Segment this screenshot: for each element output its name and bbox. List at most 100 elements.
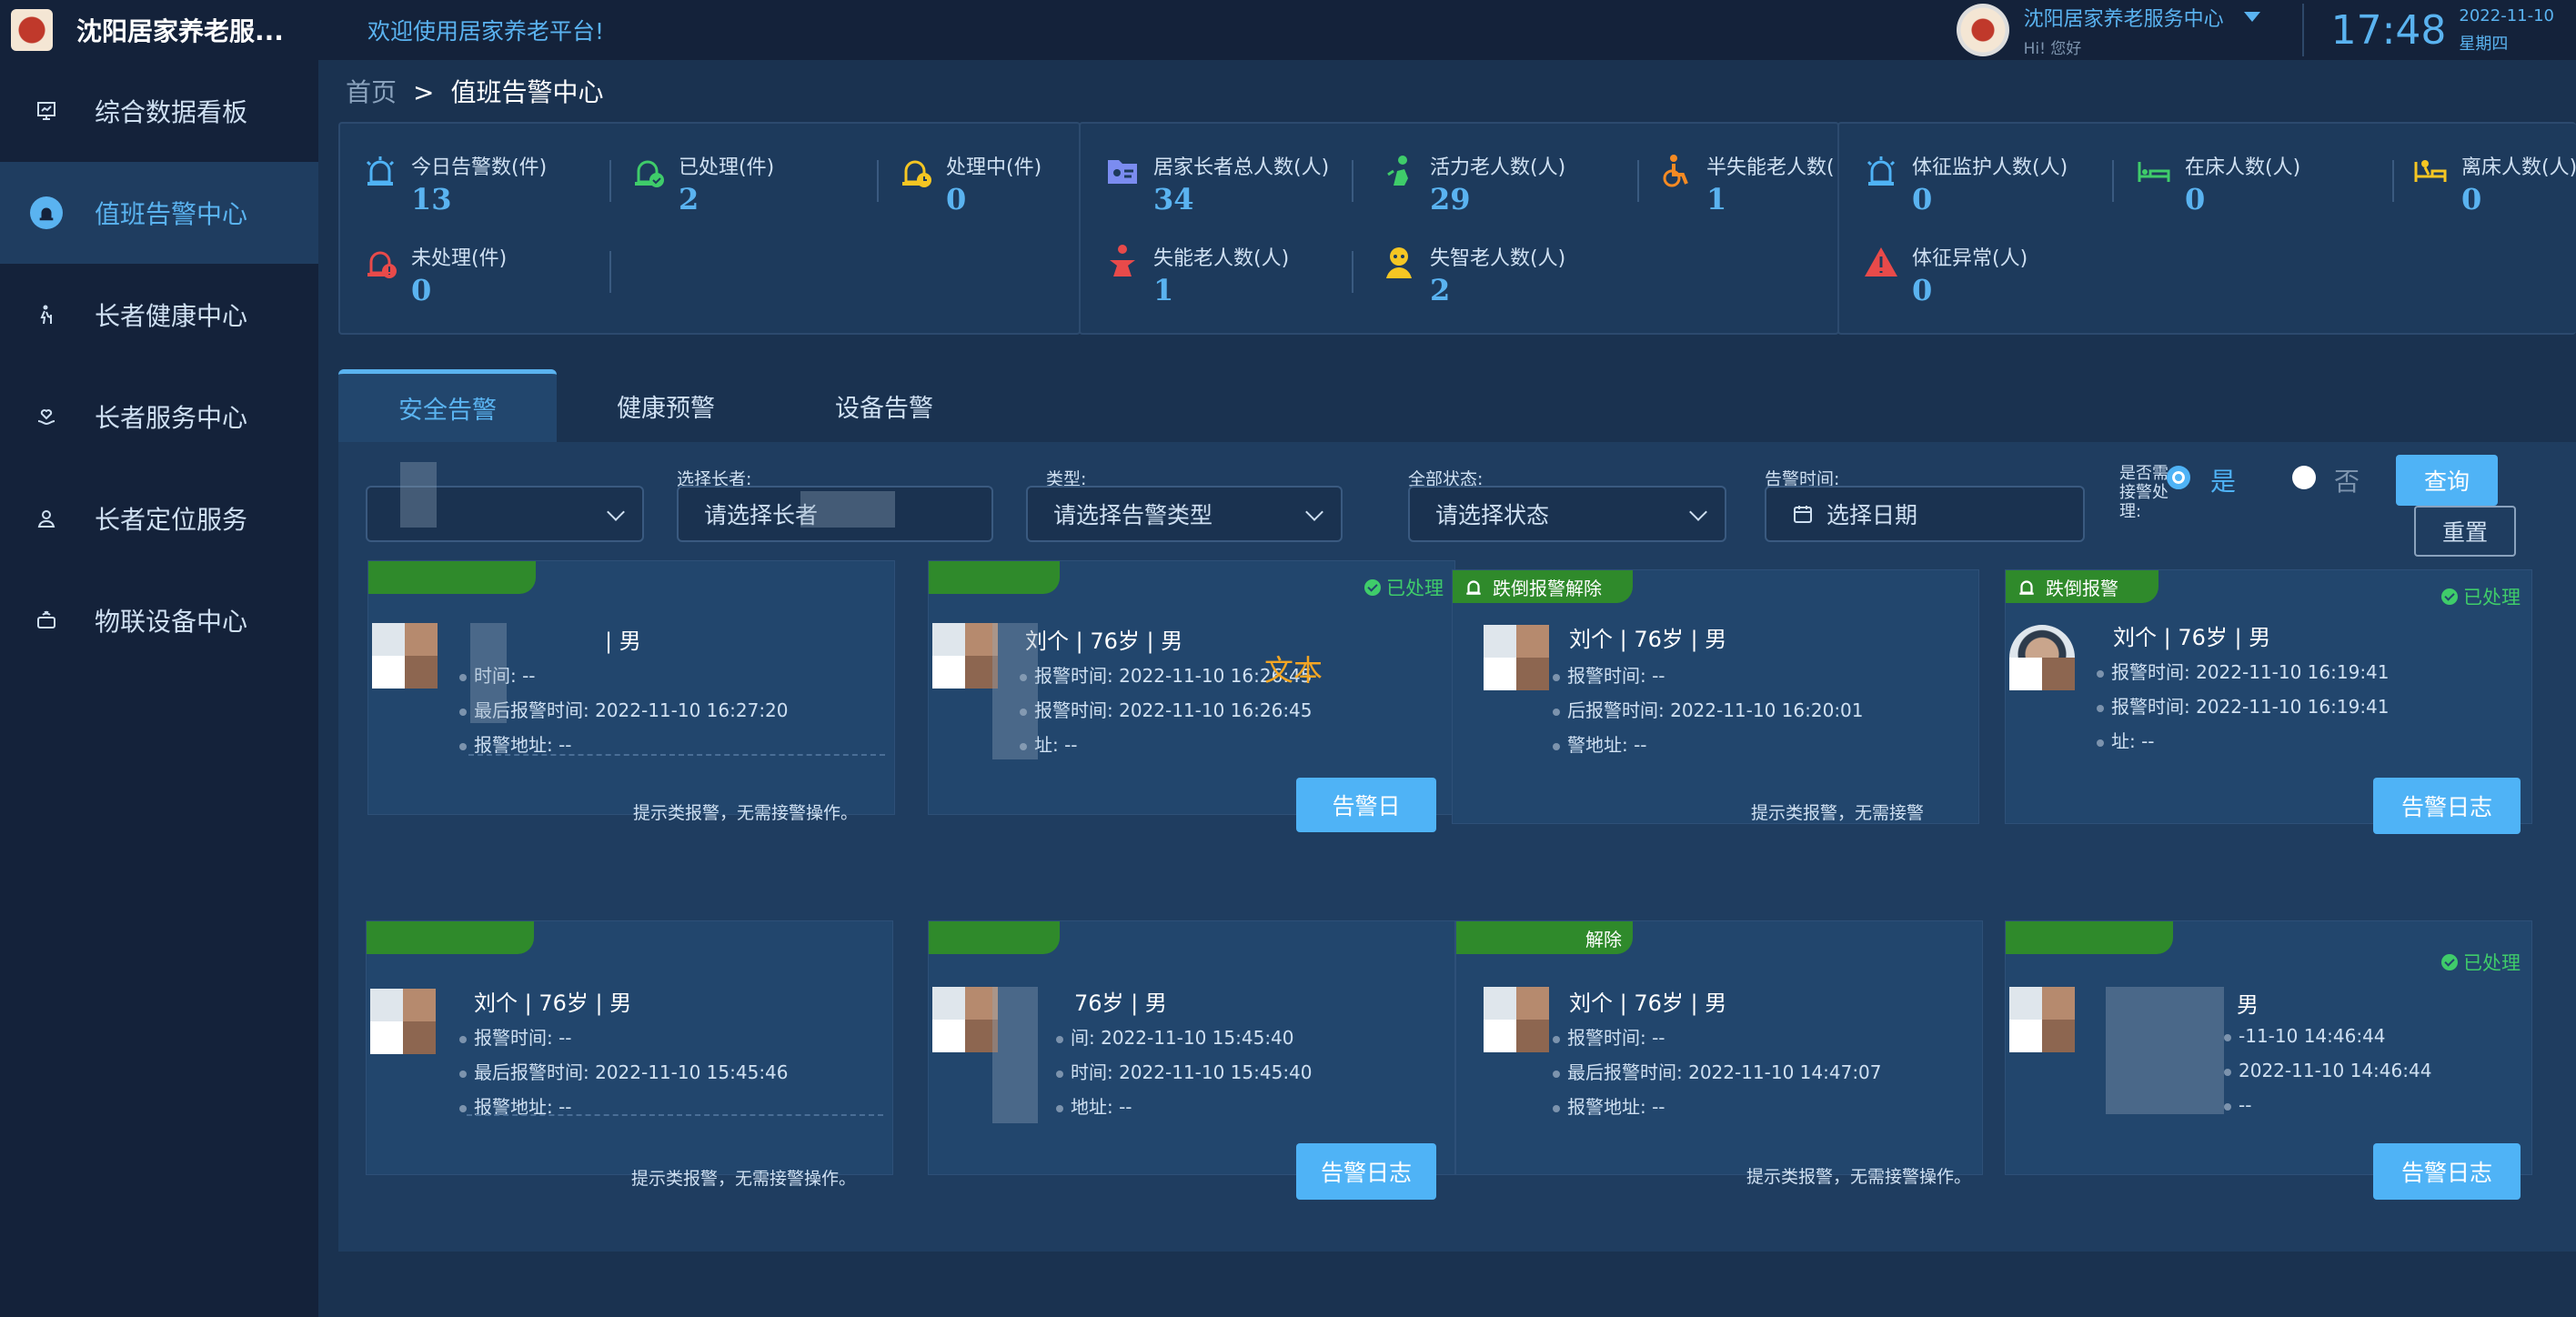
elder-info: | 男: [605, 628, 641, 654]
app-title: 沈阳居家养老服...: [76, 16, 284, 46]
sidebar-item-label: 值班告警中心: [95, 199, 248, 229]
stats-row: 今日告警数(件) 13 已处理(件) 2 处理中(件) 0 未处理(件) 0 居家长者总…: [338, 122, 2576, 335]
alarm-tag-text: 解除: [1585, 928, 1622, 950]
org-name[interactable]: 沈阳居家养老服务中心: [2024, 3, 2224, 32]
chevron-down-icon[interactable]: [2243, 12, 2260, 22]
alarm-address: 报警地址: --: [1553, 1092, 1665, 1119]
last-alarm-time: 时间: 2022-11-10 15:45:40: [1056, 1058, 1313, 1084]
elder-icon: [33, 301, 60, 328]
alarm-tag: [2006, 921, 2173, 954]
calendar-icon: [1794, 506, 1812, 523]
org-avatar[interactable]: [1956, 4, 2009, 56]
radio-no[interactable]: [2292, 466, 2316, 489]
alarm-address: --: [2224, 1094, 2251, 1116]
alarm-tag: [368, 561, 536, 594]
avatar: [1484, 625, 1549, 690]
alarm-hint: 提示类报警，无需接警操作。: [1746, 1167, 1971, 1187]
status-select[interactable]: 请选择状态: [1408, 486, 1726, 542]
alarm-time: 报警时间: --: [1553, 661, 1665, 688]
alarm-log-button[interactable]: 告警日: [1296, 778, 1436, 832]
alarm-address: 报警地址: --: [459, 730, 572, 757]
stat-unprocessed: 未处理(件) 0: [362, 242, 507, 307]
alarm-tag: [367, 921, 534, 954]
sidebar-item-alarm-center[interactable]: 值班告警中心: [0, 162, 318, 264]
radio-no-label[interactable]: 否: [2334, 462, 2360, 498]
stat-vitals-abnormal: 体征异常(人) 0: [1863, 242, 2028, 307]
alarm-log-button[interactable]: 告警日志: [2373, 778, 2521, 834]
alarm-alert-icon: [367, 251, 397, 278]
alarm-clock-icon: [902, 160, 931, 187]
check-icon: [2441, 588, 2458, 605]
chevron-down-icon: [607, 503, 625, 521]
stat-value: 0: [1912, 182, 1933, 216]
alarm-card[interactable]: 跌倒报警 已处理 刘个 | 76岁 | 男 报警时间: 2022-11-10 1…: [2005, 569, 2532, 834]
alarm-card[interactable]: 刘个 | 76岁 | 男 报警时间: -- 最后报警时间: 2022-11-10…: [366, 920, 893, 1189]
alarm-tag: [929, 921, 1060, 954]
alarm-type-placeholder: 请选择告警类型: [1053, 502, 1213, 528]
alarm-card[interactable]: | 男 时间: -- 最后报警时间: 2022-11-10 16:27:20 报…: [367, 560, 895, 823]
stat-value: 0: [1912, 273, 1933, 307]
stat-label: 今日告警数(件): [411, 156, 548, 179]
bed-exit-icon: [2414, 160, 2447, 182]
sidebar-item-elder-service[interactable]: 长者服务中心: [0, 366, 318, 467]
alarm-address: 警地址: --: [1553, 730, 1647, 757]
radio-yes[interactable]: [2167, 466, 2190, 489]
sidebar-item-elder-health[interactable]: 长者健康中心: [0, 264, 318, 366]
stat-label: 体征监护人数(人): [1912, 156, 2068, 179]
avatar: [372, 623, 438, 689]
stat-label: 体征异常(人): [1912, 247, 2028, 270]
breadcrumb-home[interactable]: 首页: [346, 77, 397, 107]
stat-label: 活力老人数(人): [1430, 156, 1566, 179]
sidebar-item-label: 物联设备中心: [95, 607, 248, 637]
avatar: [1484, 987, 1549, 1052]
sidebar: 综合数据看板 值班告警中心 长者健康中心 长者服务中心 长者定位服务 物联设备中…: [0, 60, 318, 1317]
date-placeholder: 选择日期: [1826, 502, 1918, 528]
date-picker[interactable]: 选择日期: [1765, 486, 2085, 542]
elder-info: 刘个 | 76岁 | 男: [1025, 628, 1183, 654]
tab-health-warning[interactable]: 健康预警: [557, 369, 775, 442]
alarm-type-select[interactable]: 请选择告警类型: [1026, 486, 1343, 542]
status-processed: 已处理: [1364, 574, 1444, 601]
stat-value: 0: [2185, 182, 2206, 216]
avatar: [2009, 625, 2075, 690]
breadcrumb-separator: >: [413, 77, 435, 107]
floating-text: 文本: [1264, 653, 1323, 688]
sidebar-item-elder-location[interactable]: 长者定位服务: [0, 467, 318, 569]
alarm-card[interactable]: 76岁 | 男 间: 2022-11-10 15:45:40 时间: 2022-…: [928, 920, 1455, 1200]
sidebar-item-iot-devices[interactable]: 物联设备中心: [0, 569, 318, 671]
sidebar-item-dashboard[interactable]: 综合数据看板: [0, 60, 318, 162]
reset-button[interactable]: 重置: [2414, 506, 2516, 557]
stat-value: 0: [411, 273, 432, 307]
alarm-card[interactable]: 跌倒报警解除 刘个 | 76岁 | 男 报警时间: -- 后报警时间: 2022…: [1452, 569, 1979, 824]
stat-total-elders: 居家长者总人数(人) 34: [1104, 151, 1329, 216]
alarm-hint: 提示类报警，无需接警操作。: [630, 1169, 856, 1189]
alarm-icon: [366, 156, 395, 186]
tab-safety-alarm[interactable]: 安全告警: [338, 369, 557, 442]
welcome-text: 欢迎使用居家养老平台!: [367, 18, 605, 45]
stat-label: 处理中(件): [946, 156, 1042, 179]
alarm-card[interactable]: 已处理 男 -11-10 14:46:44 2022-11-10 14:46:4…: [2005, 920, 2532, 1200]
alarm-card[interactable]: 已处理 刘个 | 76岁 | 男 报警时间: 2022-11-10 16:26:…: [928, 560, 1455, 832]
sidebar-item-label: 长者定位服务: [95, 505, 248, 535]
tab-device-alarm[interactable]: 设备告警: [775, 369, 993, 442]
elder-stats-panel: 居家长者总人数(人) 34 活力老人数(人) 29 半失能老人数(1 失能老人数(人…: [1079, 122, 1839, 335]
last-alarm-time: 报警时间: 2022-11-10 16:19:41: [2097, 692, 2390, 719]
alarm-log-button[interactable]: 告警日志: [2373, 1143, 2521, 1200]
warning-icon: [1865, 247, 1897, 276]
alarm-log-button[interactable]: 告警日志: [1296, 1143, 1436, 1200]
blurred-region: [2106, 987, 2224, 1114]
stat-dementia: 失智老人数(人) 2: [1381, 242, 1565, 307]
alarm-address: 地址: --: [1056, 1092, 1132, 1119]
sidebar-item-label: 长者服务中心: [95, 403, 248, 433]
stat-today-alarms: 今日告警数(件) 13: [362, 151, 547, 216]
alarm-time: -11-10 14:46:44: [2224, 1025, 2386, 1047]
org-menu[interactable]: 沈阳居家养老服务中心 Hi! 您好: [2024, 3, 2260, 58]
alarm-time: 报警时间: --: [459, 1023, 572, 1050]
stat-label: 已处理(件): [679, 156, 775, 179]
alarm-card[interactable]: 解除 刘个 | 76岁 | 男 报警时间: -- 最后报警时间: 2022-11…: [1455, 920, 1983, 1187]
stat-value: 29: [1430, 182, 1471, 216]
last-alarm-time: 报警时间: 2022-11-10 16:26:45: [1020, 696, 1313, 722]
query-button[interactable]: 查询: [2396, 455, 2498, 506]
clock: 17:48: [2330, 6, 2447, 54]
radio-yes-label[interactable]: 是: [2210, 462, 2236, 498]
